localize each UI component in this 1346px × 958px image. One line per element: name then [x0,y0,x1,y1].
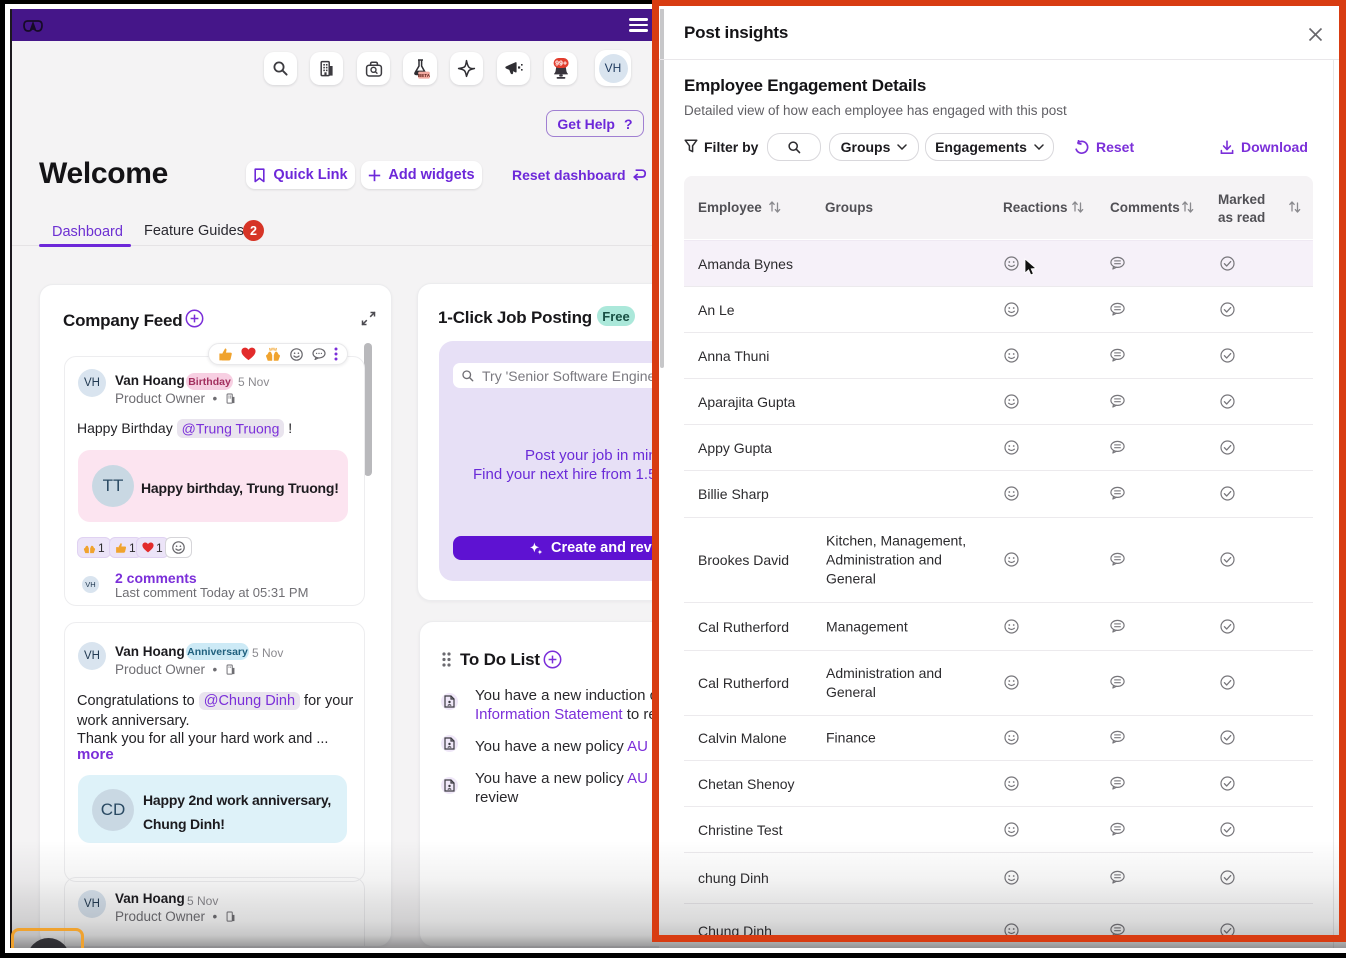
svg-text:99+: 99+ [555,60,567,67]
svg-text:BETA: BETA [418,72,430,77]
